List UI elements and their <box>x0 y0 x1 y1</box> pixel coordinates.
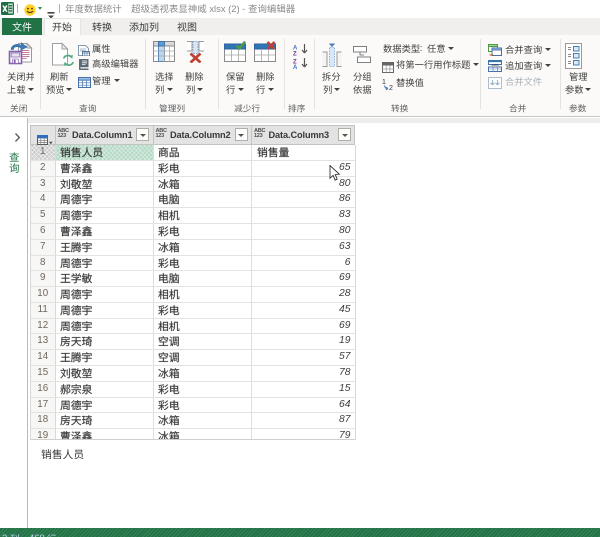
svg-text:Z: Z <box>293 52 297 58</box>
svg-text:1: 1 <box>382 79 386 86</box>
svg-text:2: 2 <box>389 85 393 90</box>
svg-text:A: A <box>293 65 298 69</box>
